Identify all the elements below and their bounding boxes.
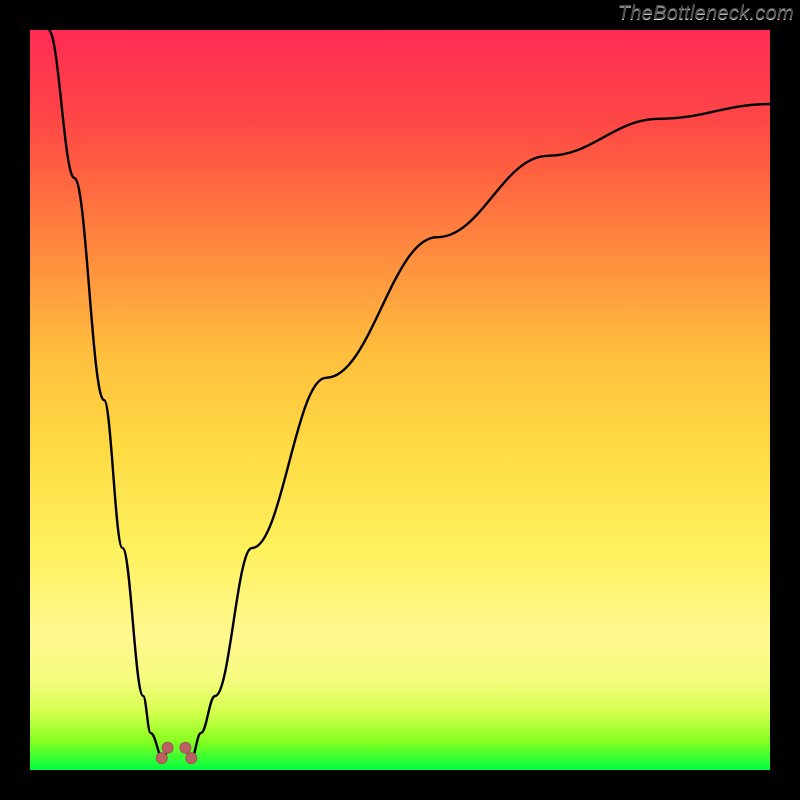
floor-dot bbox=[180, 742, 191, 753]
watermark-label: TheBottleneck.com bbox=[618, 2, 794, 25]
floor-dots-group bbox=[156, 742, 197, 763]
floor-dot bbox=[186, 753, 197, 764]
floor-dot bbox=[156, 753, 167, 764]
floor-dot bbox=[162, 742, 173, 753]
curve-right-branch bbox=[185, 104, 770, 761]
outer-frame: TheBottleneck.com bbox=[0, 0, 800, 800]
curve-left-branch bbox=[49, 30, 168, 761]
chart-svg bbox=[30, 30, 770, 770]
